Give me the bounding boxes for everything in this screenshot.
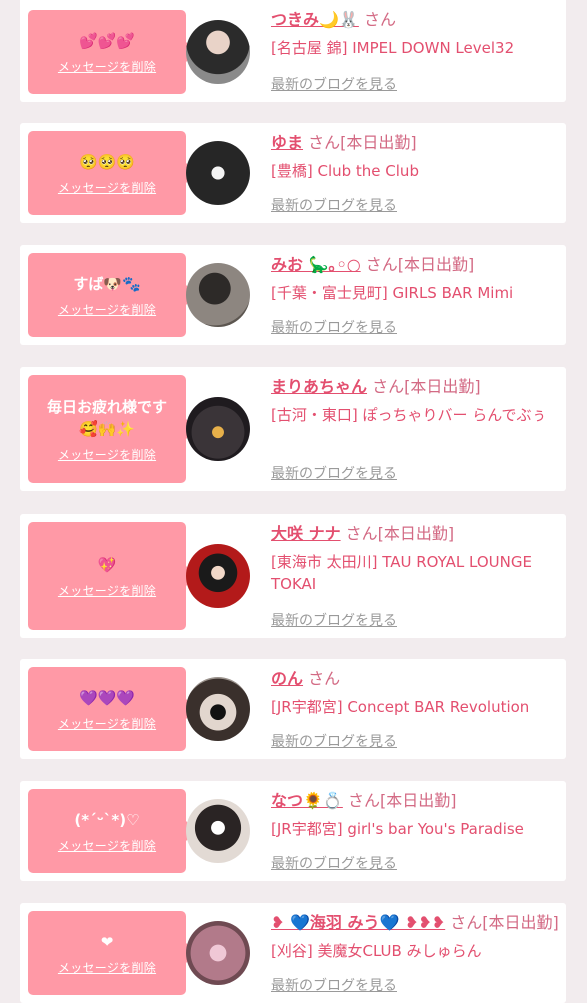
message-text: 💖 [97,555,117,574]
delete-message-link[interactable]: メッセージを削除 [58,582,156,599]
cast-name-link[interactable]: まりあちゃん [271,377,367,396]
message-bubble: 💜💜💜 メッセージを削除 [28,667,196,751]
cast-info: 大咲 ナナ さん[本日出勤] [東海市 太田川] TAU ROYAL LOUNG… [271,524,561,629]
delete-message-link[interactable]: メッセージを削除 [58,446,156,463]
shop-link[interactable]: [刈谷] 美魔女CLUB みしゅらん [271,940,561,962]
avatar[interactable] [186,263,250,327]
shop-link[interactable]: [JR宇都宮] girl's bar You's Paradise [271,818,561,840]
message-text: 毎日お疲れ様です 🥰🙌✨ [46,397,167,438]
message-text: 🥺🥺🥺 [78,152,136,171]
message-bubble: すば🐶🐾 メッセージを削除 [28,253,196,337]
message-bubble: 毎日お疲れ様です 🥰🙌✨ メッセージを削除 [28,375,196,483]
shop-link[interactable]: [東海市 太田川] TAU ROYAL LOUNGE TOKAI [271,551,561,595]
cast-name-link[interactable]: みお 🦕｡◦○ [271,255,361,274]
cast-name-link[interactable]: ゆま [271,133,303,152]
delete-message-link[interactable]: メッセージを削除 [58,58,156,75]
cast-name-link[interactable]: 大咲 ナナ [271,524,341,543]
shop-link[interactable]: [千葉・富士見町] GIRLS BAR Mimi [271,282,561,304]
delete-message-link[interactable]: メッセージを削除 [58,301,156,318]
cast-card: すば🐶🐾 メッセージを削除 みお 🦕｡◦○ さん[本日出勤] [千葉・富士見町]… [20,245,566,345]
shop-link[interactable]: [名古屋 錦] IMPEL DOWN Level32 [271,37,561,59]
shop-link[interactable]: [豊橋] Club the Club [271,160,561,182]
cast-suffix: さん[本日出勤] [372,377,481,396]
avatar[interactable] [186,141,250,205]
message-text: 💕💕💕 [78,31,136,50]
shop-link[interactable]: [古河・東口] ぽっちゃりバー らんでぶぅ [271,404,561,426]
cast-suffix: さん[本日出勤] [365,255,475,274]
delete-message-link[interactable]: メッセージを削除 [58,715,156,732]
cast-name-link[interactable]: つきみ🌙🐰 [271,10,359,29]
cast-info: つきみ🌙🐰 さん [名古屋 錦] IMPEL DOWN Level32 最新のブ… [271,10,561,93]
cast-suffix: さん[本日出勤] [450,913,559,932]
cast-info: ❥ 💙海羽 みう💙 ❥❥❥ さん[本日出勤] [刈谷] 美魔女CLUB みしゅら… [271,913,561,994]
latest-blog-link[interactable]: 最新のブログを見る [271,195,397,215]
avatar[interactable] [186,921,250,985]
cast-suffix: さん[本日出勤] [347,791,457,810]
cast-card: 毎日お疲れ様です 🥰🙌✨ メッセージを削除 まりあちゃん さん[本日出勤] [古… [20,367,566,491]
message-text: ❤ [100,932,114,951]
delete-message-link[interactable]: メッセージを削除 [58,837,156,854]
cast-info: まりあちゃん さん[本日出勤] [古河・東口] ぽっちゃりバー らんでぶぅ 最新… [271,377,561,482]
avatar[interactable] [186,20,250,84]
latest-blog-link[interactable]: 最新のブログを見る [271,610,397,630]
latest-blog-link[interactable]: 最新のブログを見る [271,74,397,94]
latest-blog-link[interactable]: 最新のブログを見る [271,463,397,483]
cast-card: (*ˊᵕˋ*)♡ メッセージを削除 なつ🌻💍 さん[本日出勤] [JR宇都宮] … [20,781,566,881]
cast-info: のん さん [JR宇都宮] Concept BAR Revolution 最新の… [271,669,561,750]
cast-info: みお 🦕｡◦○ さん[本日出勤] [千葉・富士見町] GIRLS BAR Mim… [271,255,561,336]
cast-suffix: さん [308,669,341,688]
cast-info: ゆま さん[本日出勤] [豊橋] Club the Club 最新のブログを見る [271,133,561,214]
latest-blog-link[interactable]: 最新のブログを見る [271,731,397,751]
message-text: (*ˊᵕˋ*)♡ [74,810,140,829]
message-text: 💜💜💜 [78,688,136,707]
avatar[interactable] [186,544,250,608]
delete-message-link[interactable]: メッセージを削除 [58,959,156,976]
message-bubble: 💖 メッセージを削除 [28,522,196,630]
cast-name-link[interactable]: なつ🌻💍 [271,791,343,810]
cast-card: 🥺🥺🥺 メッセージを削除 ゆま さん[本日出勤] [豊橋] Club the C… [20,123,566,223]
message-text: すば🐶🐾 [73,274,141,293]
message-bubble: 🥺🥺🥺 メッセージを削除 [28,131,196,215]
message-bubble: (*ˊᵕˋ*)♡ メッセージを削除 [28,789,196,873]
cast-suffix: さん[本日出勤] [308,133,417,152]
message-bubble: 💕💕💕 メッセージを削除 [28,10,196,94]
delete-message-link[interactable]: メッセージを削除 [58,179,156,196]
avatar[interactable] [186,397,250,461]
cast-suffix: さん[本日出勤] [345,524,455,543]
latest-blog-link[interactable]: 最新のブログを見る [271,317,397,337]
latest-blog-link[interactable]: 最新のブログを見る [271,975,397,995]
shop-link[interactable]: [JR宇都宮] Concept BAR Revolution [271,696,561,718]
cast-card: ❤ メッセージを削除 ❥ 💙海羽 みう💙 ❥❥❥ さん[本日出勤] [刈谷] 美… [20,903,566,1003]
cast-card: 💕💕💕 メッセージを削除 つきみ🌙🐰 さん [名古屋 錦] IMPEL DOWN… [20,0,566,102]
avatar[interactable] [186,799,250,863]
cast-name-link[interactable]: のん [271,669,303,688]
cast-name-link[interactable]: ❥ 💙海羽 みう💙 ❥❥❥ [271,913,445,932]
avatar[interactable] [186,677,250,741]
cast-info: なつ🌻💍 さん[本日出勤] [JR宇都宮] girl's bar You's P… [271,791,561,872]
cast-card: 💖 メッセージを削除 大咲 ナナ さん[本日出勤] [東海市 太田川] TAU … [20,514,566,638]
message-bubble: ❤ メッセージを削除 [28,911,196,995]
latest-blog-link[interactable]: 最新のブログを見る [271,853,397,873]
cast-suffix: さん [363,10,396,29]
cast-card: 💜💜💜 メッセージを削除 のん さん [JR宇都宮] Concept BAR R… [20,659,566,759]
